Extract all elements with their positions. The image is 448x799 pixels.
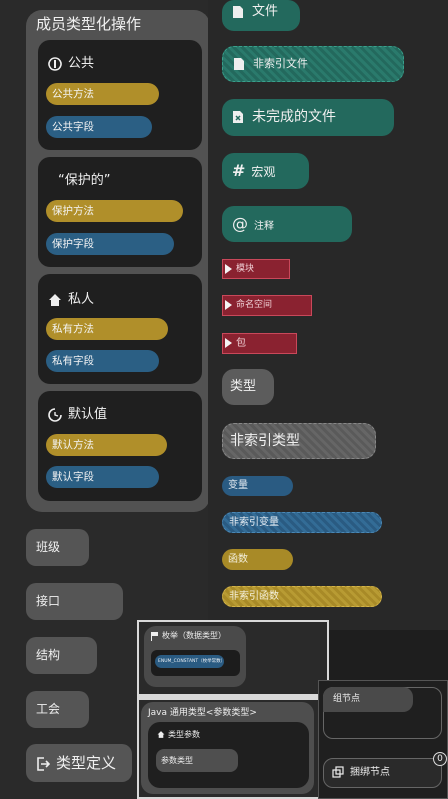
- variable-node[interactable]: 变量: [222, 476, 293, 496]
- non-indexed-variable-node[interactable]: 非索引变量: [222, 512, 382, 533]
- type-node[interactable]: 类型: [222, 369, 274, 405]
- function-node[interactable]: 函数: [222, 549, 293, 570]
- private-method-pill[interactable]: 私有方法: [46, 318, 168, 340]
- non-indexed-file-node[interactable]: 非索引文件: [222, 46, 404, 82]
- file-node[interactable]: 文件: [222, 0, 300, 31]
- class-button[interactable]: 班级: [26, 529, 89, 566]
- union-button[interactable]: 工会: [26, 691, 89, 728]
- private-group-title: 私人: [48, 288, 94, 307]
- members-panel-title: 成员类型化操作: [36, 15, 142, 33]
- file-icon: [233, 5, 243, 18]
- package-node[interactable]: 包: [222, 333, 297, 354]
- annotation-node[interactable]: @ 注释: [222, 206, 352, 242]
- bundle-node[interactable]: 捆绑节点: [323, 758, 442, 788]
- flag-icon: [151, 631, 158, 641]
- protected-group-title: “保护的”: [58, 173, 111, 188]
- interface-button[interactable]: 接口: [26, 583, 123, 620]
- protected-method-pill[interactable]: 保护方法: [46, 200, 183, 222]
- protected-field-pill[interactable]: 保护字段: [46, 233, 174, 255]
- type-definition-button[interactable]: 类型定义: [26, 744, 132, 782]
- non-indexed-type-node[interactable]: 非索引类型: [222, 423, 376, 459]
- group-node-label[interactable]: 组节点: [323, 687, 413, 712]
- file-icon: [234, 58, 244, 70]
- enum-constant-pill[interactable]: ENUM_CONSTANT（枚举常数）: [155, 655, 224, 668]
- triangle-icon: [225, 263, 232, 274]
- public-method-pill[interactable]: 公共方法: [46, 83, 159, 105]
- incomplete-file-node[interactable]: 未完成的文件: [222, 99, 394, 136]
- default-field-pill[interactable]: 默认字段: [46, 466, 159, 488]
- generic-type-title: Java 通用类型<参数类型>: [148, 708, 257, 718]
- namespace-node[interactable]: 命名空间: [222, 295, 312, 316]
- struct-button[interactable]: 结构: [26, 637, 97, 674]
- public-field-pill[interactable]: 公共字段: [46, 116, 152, 138]
- default-icon: [48, 407, 62, 422]
- house-icon: [49, 293, 61, 306]
- exit-icon: [37, 756, 51, 771]
- public-icon: [48, 56, 62, 71]
- macro-node[interactable]: # 宏观: [222, 153, 309, 189]
- bundle-count-badge: 0: [433, 752, 447, 766]
- triangle-icon: [225, 299, 232, 310]
- default-group-title: 默认值: [48, 403, 107, 422]
- triangle-icon: [225, 338, 232, 348]
- parameter-type-node[interactable]: 参数类型: [156, 749, 238, 772]
- default-method-pill[interactable]: 默认方法: [46, 434, 167, 456]
- enum-title: 枚举（数据类型）: [150, 630, 226, 641]
- hash-icon: #: [232, 161, 246, 180]
- public-group-title: 公共: [48, 52, 94, 71]
- file-error-icon: [233, 111, 243, 123]
- non-indexed-function-node[interactable]: 非索引函数: [222, 586, 382, 607]
- private-field-pill[interactable]: 私有字段: [46, 350, 159, 372]
- bundle-icon: [332, 766, 344, 778]
- at-icon: @: [232, 214, 248, 233]
- house-icon: [157, 731, 165, 738]
- type-parameter-title: 类型参数: [157, 729, 200, 740]
- module-node[interactable]: 模块: [222, 259, 290, 279]
